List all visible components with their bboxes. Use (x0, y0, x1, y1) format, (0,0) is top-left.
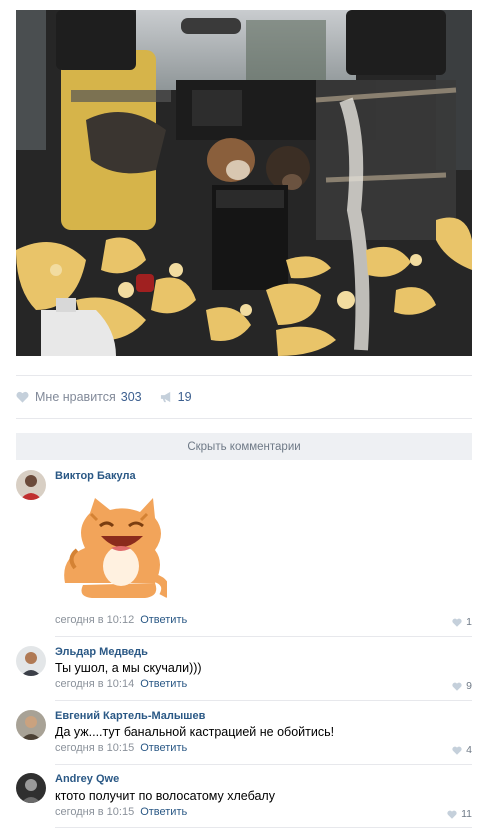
share-count: 19 (177, 390, 192, 404)
like-count[interactable]: 303 (121, 390, 142, 404)
comment-like[interactable]: 1 (452, 616, 472, 628)
comment-item: Andrey Qwe ктото получит по волосатому х… (16, 773, 472, 825)
post-divider-bottom (16, 418, 472, 419)
post-divider-top (16, 375, 472, 376)
comment-meta: сегодня в 10:15 Ответить (55, 806, 187, 818)
comment-text: ктото получит по волосатому хлебалу (55, 789, 275, 803)
heart-icon (452, 746, 462, 755)
comment-meta: сегодня в 10:15 Ответить (55, 742, 187, 754)
comment-meta: сегодня в 10:14 Ответить (55, 678, 187, 690)
reply-button[interactable]: Ответить (140, 678, 187, 690)
comment-like-count: 11 (461, 808, 472, 820)
megaphone-icon (160, 391, 170, 403)
cat-laughing-sticker (55, 488, 170, 600)
comment-author[interactable]: Эльдар Медведь (55, 646, 148, 658)
comment-author[interactable]: Евгений Картель-Малышев (55, 710, 205, 722)
comment-text: Да уж....тут банальной кастрацией не обо… (55, 725, 335, 739)
comment-date[interactable]: сегодня в 10:12 (55, 614, 134, 626)
comment-author[interactable]: Andrey Qwe (55, 773, 119, 785)
post-photo[interactable] (16, 10, 472, 356)
hide-comments-button[interactable]: Скрыть комментарии (16, 433, 472, 460)
comment-meta: сегодня в 10:12 Ответить (55, 614, 187, 626)
heart-icon[interactable] (16, 391, 29, 403)
avatar[interactable] (16, 646, 46, 676)
share-button[interactable]: 19 (160, 390, 192, 404)
comment-divider (55, 636, 472, 637)
photo-dogs-destroyed-car-interior (16, 10, 472, 356)
comment-date[interactable]: сегодня в 10:15 (55, 806, 134, 818)
comment-divider (55, 827, 472, 828)
comment-item: Виктор Бакула сегодня в 10:12 Ответить 1 (16, 470, 472, 630)
heart-icon (447, 810, 457, 819)
heart-icon (452, 682, 462, 691)
comment-like-count: 9 (466, 680, 472, 692)
avatar[interactable] (16, 710, 46, 740)
comment-like[interactable]: 11 (447, 808, 472, 820)
avatar[interactable] (16, 470, 46, 500)
reply-button[interactable]: Ответить (140, 614, 187, 626)
heart-icon (452, 618, 462, 627)
post-actions-bar: Мне нравится 303 19 (16, 388, 192, 406)
comment-divider (55, 764, 472, 765)
comment-author[interactable]: Виктор Бакула (55, 470, 136, 482)
avatar[interactable] (16, 773, 46, 803)
reply-button[interactable]: Ответить (140, 806, 187, 818)
comment-like-count: 1 (466, 616, 472, 628)
comment-divider (55, 700, 472, 701)
reply-button[interactable]: Ответить (140, 742, 187, 754)
comment-item: Евгений Картель-Малышев Да уж....тут бан… (16, 710, 472, 762)
comment-like[interactable]: 4 (452, 744, 472, 756)
comment-like-count: 4 (466, 744, 472, 756)
comment-date[interactable]: сегодня в 10:14 (55, 678, 134, 690)
comment-text: Ты ушол, а мы скучали))) (55, 661, 202, 675)
comment-like[interactable]: 9 (452, 680, 472, 692)
like-label[interactable]: Мне нравится (35, 390, 116, 404)
comment-item: Эльдар Медведь Ты ушол, а мы скучали))) … (16, 646, 472, 698)
comment-date[interactable]: сегодня в 10:15 (55, 742, 134, 754)
